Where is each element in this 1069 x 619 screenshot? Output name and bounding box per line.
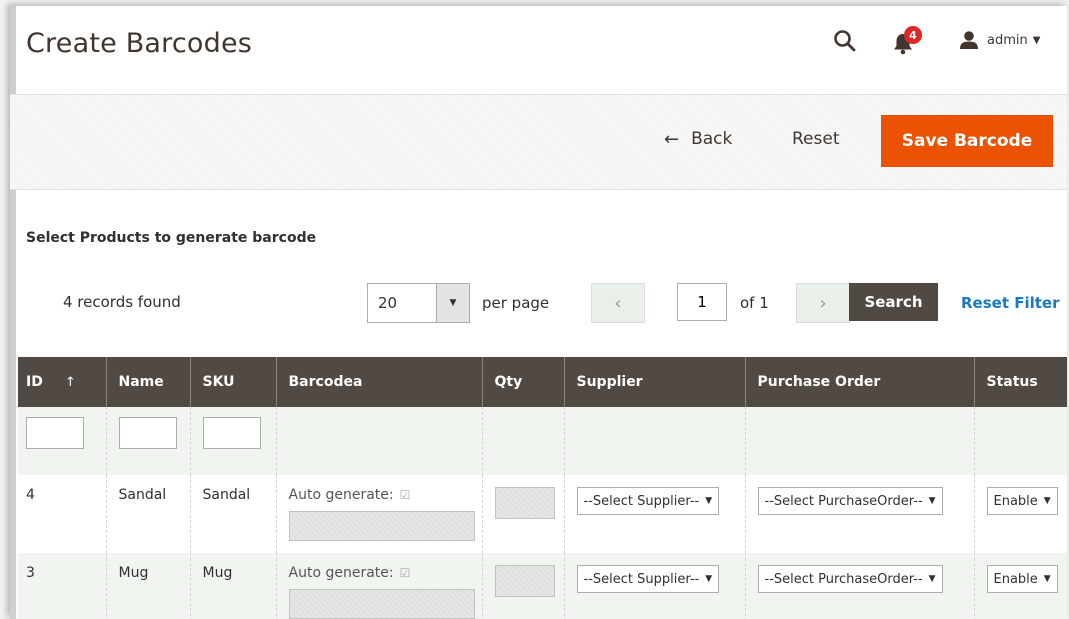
name-filter-input[interactable] — [118, 417, 177, 449]
admin-page: Create Barcodes 4 admin ▼ ← Back Reset S… — [10, 6, 1067, 619]
reset-button[interactable]: Reset — [782, 117, 850, 161]
cell-supplier: --Select Supplier-- ▼ — [563, 553, 745, 619]
caret-down-icon[interactable]: ▼ — [436, 284, 469, 322]
arrow-left-icon: ← — [664, 128, 680, 150]
section-title: Select Products to generate barcode — [26, 230, 317, 246]
caret-down-icon: ▼ — [1043, 574, 1051, 584]
grid-header-row: ID ↑ Name SKU Barcodea Qty Supplier Purch… — [18, 357, 1067, 407]
filter-cell-empty — [563, 407, 745, 475]
user-icon — [960, 31, 978, 49]
reset-filter-link[interactable]: Reset Filter — [961, 294, 1060, 312]
column-header-qty[interactable]: Qty — [481, 357, 564, 407]
cell-status: Enable ▼ — [973, 553, 1067, 619]
column-header-supplier[interactable]: Supplier — [563, 357, 745, 407]
auto-generate-toggle[interactable]: Auto generate: ☑ — [289, 487, 470, 503]
next-page-button[interactable]: › — [796, 283, 850, 323]
page-actions-bar: ← Back Reset Save Barcode — [10, 94, 1067, 190]
caret-down-icon: ▼ — [1032, 34, 1041, 46]
caret-down-icon: ▼ — [1043, 496, 1051, 506]
column-header-barcode[interactable]: Barcodea — [275, 357, 482, 407]
qty-input[interactable] — [494, 487, 555, 519]
previous-page-button[interactable]: ‹ — [591, 283, 645, 323]
table-row: 3 Mug Mug Auto generate: ☑ --Select Supp… — [18, 553, 1067, 619]
check-icon[interactable]: ☑ — [400, 566, 411, 580]
cell-name: Mug — [105, 553, 190, 619]
status-select-value: Enable — [993, 493, 1038, 509]
auto-generate-label: Auto generate: — [288, 487, 394, 503]
cell-purchase-order: --Select PurchaseOrder-- ▼ — [744, 553, 974, 619]
filter-cell-empty — [973, 407, 1067, 475]
check-icon[interactable]: ☑ — [400, 488, 411, 502]
search-button[interactable]: Search — [849, 283, 938, 321]
per-page-value: 20 — [378, 294, 398, 312]
sort-ascending-icon: ↑ — [64, 375, 76, 390]
notification-count-badge: 4 — [904, 26, 922, 44]
cell-id: 4 — [18, 475, 106, 553]
supplier-select[interactable]: --Select Supplier-- ▼ — [576, 487, 720, 515]
cell-id: 3 — [18, 553, 106, 619]
chevron-left-icon: ‹ — [614, 292, 622, 314]
status-select[interactable]: Enable ▼ — [986, 487, 1058, 515]
auto-generate-label: Auto generate: — [288, 565, 394, 581]
page-number-input[interactable] — [677, 283, 727, 321]
cell-sku: Sandal — [189, 475, 276, 553]
filter-cell-empty — [744, 407, 974, 475]
back-button-label: Back — [691, 129, 733, 149]
auto-generate-toggle[interactable]: Auto generate: ☑ — [289, 565, 470, 581]
records-found: 4 records found — [63, 293, 181, 311]
account-name: admin — [987, 32, 1028, 48]
cell-barcode: Auto generate: ☑ — [275, 553, 482, 619]
cell-qty — [481, 475, 564, 553]
purchase-order-select-value: --Select PurchaseOrder-- — [764, 493, 923, 509]
caret-down-icon: ▼ — [928, 496, 936, 506]
back-button[interactable]: ← Back — [654, 117, 742, 161]
cell-status: Enable ▼ — [973, 475, 1067, 553]
cell-barcode: Auto generate: ☑ — [275, 475, 482, 553]
status-select-value: Enable — [993, 571, 1038, 587]
purchase-order-select-value: --Select PurchaseOrder-- — [764, 571, 923, 587]
column-header-name[interactable]: Name — [105, 357, 190, 407]
column-header-label: ID — [26, 374, 43, 390]
supplier-select-value: --Select Supplier-- — [583, 571, 700, 587]
notifications-button[interactable]: 4 — [892, 26, 922, 56]
sku-filter-input[interactable] — [202, 417, 261, 449]
column-header-purchase-order[interactable]: Purchase Order — [744, 357, 974, 407]
filter-row — [18, 407, 1067, 475]
caret-down-icon: ▼ — [928, 574, 936, 584]
per-page-select[interactable]: 20 ▼ — [367, 283, 470, 323]
account-menu[interactable]: admin ▼ — [959, 30, 1040, 50]
filter-cell-name — [105, 407, 190, 475]
status-select[interactable]: Enable ▼ — [986, 565, 1058, 593]
caret-down-icon: ▼ — [705, 496, 713, 506]
search-icon[interactable] — [832, 28, 858, 54]
supplier-select-value: --Select Supplier-- — [583, 493, 700, 509]
qty-input[interactable] — [494, 565, 555, 597]
caret-down-icon: ▼ — [705, 574, 713, 584]
barcode-input[interactable] — [288, 511, 475, 541]
filter-cell-id — [18, 407, 106, 475]
cell-supplier: --Select Supplier-- ▼ — [563, 475, 745, 553]
page-total: of 1 — [740, 294, 769, 312]
chevron-right-icon: › — [819, 292, 827, 314]
purchase-order-select[interactable]: --Select PurchaseOrder-- ▼ — [757, 487, 943, 515]
supplier-select[interactable]: --Select Supplier-- ▼ — [576, 565, 720, 593]
per-page-label: per page — [482, 294, 550, 312]
id-filter-input[interactable] — [26, 417, 84, 449]
purchase-order-select[interactable]: --Select PurchaseOrder-- ▼ — [757, 565, 943, 593]
cell-sku: Mug — [189, 553, 276, 619]
cell-qty — [481, 553, 564, 619]
cell-name: Sandal — [105, 475, 190, 553]
column-header-status[interactable]: Status — [973, 357, 1067, 407]
page-title: Create Barcodes — [26, 28, 253, 59]
save-barcode-button[interactable]: Save Barcode — [881, 115, 1053, 167]
products-grid: ID ↑ Name SKU Barcodea Qty Supplier Purch… — [18, 357, 1067, 619]
barcode-input[interactable] — [288, 589, 475, 619]
filter-cell-empty — [481, 407, 564, 475]
column-header-id[interactable]: ID ↑ — [18, 357, 106, 407]
filter-cell-empty — [275, 407, 482, 475]
cell-purchase-order: --Select PurchaseOrder-- ▼ — [744, 475, 974, 553]
column-header-sku[interactable]: SKU — [189, 357, 276, 407]
filter-cell-sku — [189, 407, 276, 475]
table-row: 4 Sandal Sandal Auto generate: ☑ --Selec… — [18, 475, 1067, 553]
